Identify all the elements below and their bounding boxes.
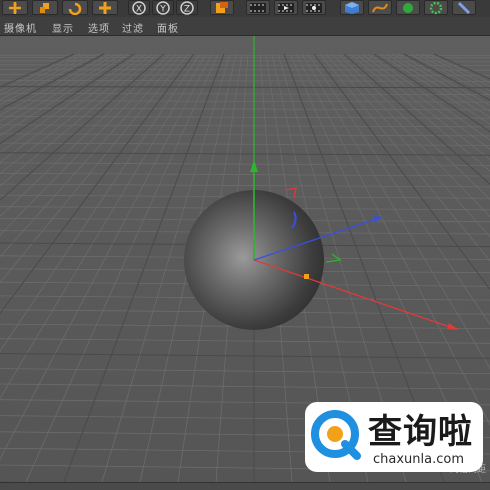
cube-icon[interactable] — [340, 0, 364, 15]
render-view-icon[interactable] — [246, 0, 270, 15]
watermark-title: 查询啦 — [368, 412, 473, 452]
y-axis-lock-icon[interactable]: Y — [152, 0, 174, 15]
scale-handle[interactable] — [304, 274, 309, 279]
deformer-icon[interactable] — [424, 0, 448, 15]
add-icon[interactable] — [92, 0, 118, 15]
z-axis-lock-icon[interactable]: Z — [176, 0, 198, 15]
menu-panel[interactable]: 面板 — [157, 20, 179, 35]
move-icon[interactable] — [2, 0, 28, 15]
render-picture-viewer-icon[interactable] — [274, 0, 298, 15]
viewport-menubar: 摄像机 显示 选项 过滤 面板 — [0, 17, 490, 36]
nurbs-icon[interactable] — [396, 0, 420, 15]
menu-options[interactable]: 选项 — [88, 20, 110, 35]
rotate-icon[interactable] — [62, 0, 88, 15]
world-coordinates-icon[interactable] — [210, 0, 234, 15]
scene-icon[interactable] — [452, 0, 476, 15]
render-settings-icon[interactable] — [302, 0, 326, 15]
watermark-url: chaxunla.com — [373, 452, 464, 467]
spline-pen-icon[interactable] — [368, 0, 392, 15]
y-axis-letter: Y — [159, 5, 166, 15]
magnifier-logo-icon — [311, 410, 361, 460]
main-toolbar: X Y Z — [0, 0, 490, 17]
z-axis-letter: Z — [184, 5, 190, 15]
scale-icon[interactable] — [32, 0, 58, 15]
x-axis-letter: X — [136, 5, 142, 15]
watermark-logo: 查询啦 chaxunla.com — [305, 402, 483, 472]
menu-filter[interactable]: 过滤 — [122, 20, 144, 35]
status-bar — [0, 482, 490, 490]
menu-camera[interactable]: 摄像机 — [4, 20, 37, 35]
x-axis-lock-icon[interactable]: X — [128, 0, 150, 15]
menu-display[interactable]: 显示 — [52, 20, 74, 35]
